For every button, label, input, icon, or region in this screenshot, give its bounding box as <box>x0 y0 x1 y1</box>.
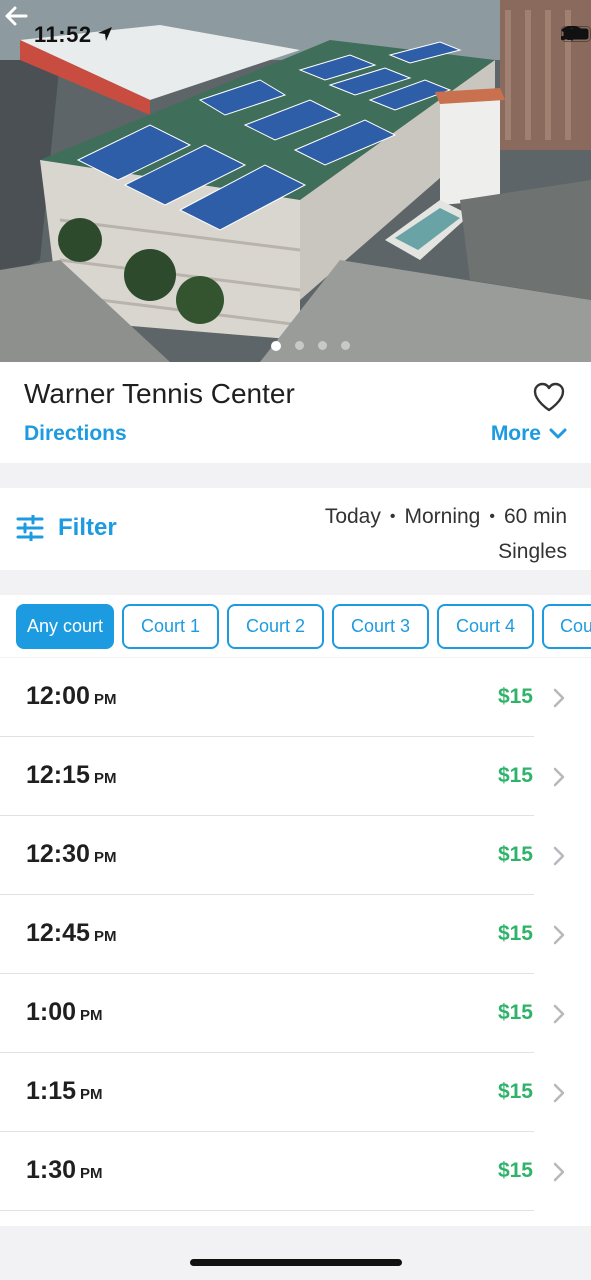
chevron-right-icon <box>553 1004 565 1024</box>
time-slot-row[interactable]: 12:30 PM $15 <box>0 816 591 895</box>
court-chip-row: Any court Court 1 Court 2 Court 3 Court … <box>16 604 591 649</box>
slot-price: $15 <box>497 922 533 945</box>
filter-period: Morning <box>404 505 481 528</box>
separator-dot: • <box>389 508 396 525</box>
carousel-dot[interactable] <box>318 341 327 350</box>
venue-header: Warner Tennis Center Directions More <box>0 362 591 463</box>
battery-icon <box>561 26 591 42</box>
court-chip-5[interactable]: Cou <box>542 604 591 649</box>
chevron-right-icon <box>553 846 565 866</box>
venue-photo-carousel[interactable]: 11:52 <box>0 0 591 362</box>
chevron-right-icon <box>553 767 565 787</box>
slot-price: $15 <box>497 764 533 787</box>
sliders-icon <box>16 515 44 541</box>
chevron-right-icon <box>553 1162 565 1182</box>
slot-time: 12:30 PM <box>26 840 117 868</box>
chevron-right-icon <box>553 925 565 945</box>
filter-bar: Filter Today • Morning • 60 min Singles <box>0 488 591 570</box>
time-slot-row[interactable]: 1:15 PM $15 <box>0 1053 591 1132</box>
slot-time: 1:15 PM <box>26 1077 103 1105</box>
time-slot-row[interactable]: 12:45 PM $15 <box>0 895 591 974</box>
filter-label: Filter <box>58 514 117 541</box>
court-selector[interactable]: Any court Court 1 Court 2 Court 3 Court … <box>0 595 591 657</box>
filter-format: Singles <box>498 540 567 563</box>
filter-duration: 60 min <box>503 505 567 528</box>
status-bar-time: 11:52 <box>34 22 92 47</box>
chevron-down-icon <box>549 428 567 439</box>
carousel-dot[interactable] <box>341 341 350 350</box>
carousel-dot-active[interactable] <box>271 341 281 351</box>
court-chip-4[interactable]: Court 4 <box>437 604 534 649</box>
back-arrow-icon[interactable] <box>0 0 32 32</box>
time-slot-row[interactable]: 1:00 PM $15 <box>0 974 591 1053</box>
filter-summary-line-1: Today • Morning • 60 min <box>325 500 567 535</box>
slot-price: $15 <box>497 843 533 866</box>
slot-time: 1:00 PM <box>26 998 103 1026</box>
court-chip-1[interactable]: Court 1 <box>122 604 219 649</box>
time-slot-row[interactable]: 12:15 PM $15 <box>0 737 591 816</box>
chevron-right-icon <box>553 1083 565 1103</box>
slot-price: $15 <box>497 1159 533 1182</box>
court-chip-3[interactable]: Court 3 <box>332 604 429 649</box>
court-chip-any[interactable]: Any court <box>16 604 114 649</box>
more-toggle[interactable]: More <box>491 422 567 446</box>
filter-summary[interactable]: Today • Morning • 60 min Singles <box>325 500 567 568</box>
carousel-dot[interactable] <box>295 341 304 350</box>
home-indicator[interactable] <box>190 1259 402 1266</box>
slot-price: $15 <box>497 1080 533 1103</box>
court-chip-2[interactable]: Court 2 <box>227 604 324 649</box>
slot-time: 12:45 PM <box>26 919 117 947</box>
slot-time: 12:00 PM <box>26 682 117 710</box>
separator-dot: • <box>489 508 495 525</box>
chevron-right-icon <box>553 688 565 708</box>
carousel-page-indicator <box>0 341 591 351</box>
more-label: More <box>490 422 541 445</box>
slot-price: $15 <box>497 685 533 708</box>
favorite-heart-icon[interactable] <box>532 381 566 413</box>
slot-time: 12:15 PM <box>26 761 117 789</box>
slot-time: 1:30 PM <box>26 1156 103 1184</box>
time-slot-row[interactable]: 12:00 PM $15 <box>0 658 591 737</box>
location-arrow-icon <box>98 27 112 41</box>
time-slot-row[interactable]: 1:30 PM $15 <box>0 1132 591 1211</box>
filter-button[interactable]: Filter <box>16 514 117 542</box>
venue-photo <box>0 0 591 362</box>
venue-name: Warner Tennis Center <box>24 378 295 409</box>
slot-price: $15 <box>497 1001 533 1024</box>
filter-day: Today <box>324 505 381 528</box>
directions-link[interactable]: Directions <box>24 422 127 446</box>
time-slot-list: 12:00 PM $15 12:15 PM $15 12:30 PM $15 12:4… <box>0 658 591 1226</box>
